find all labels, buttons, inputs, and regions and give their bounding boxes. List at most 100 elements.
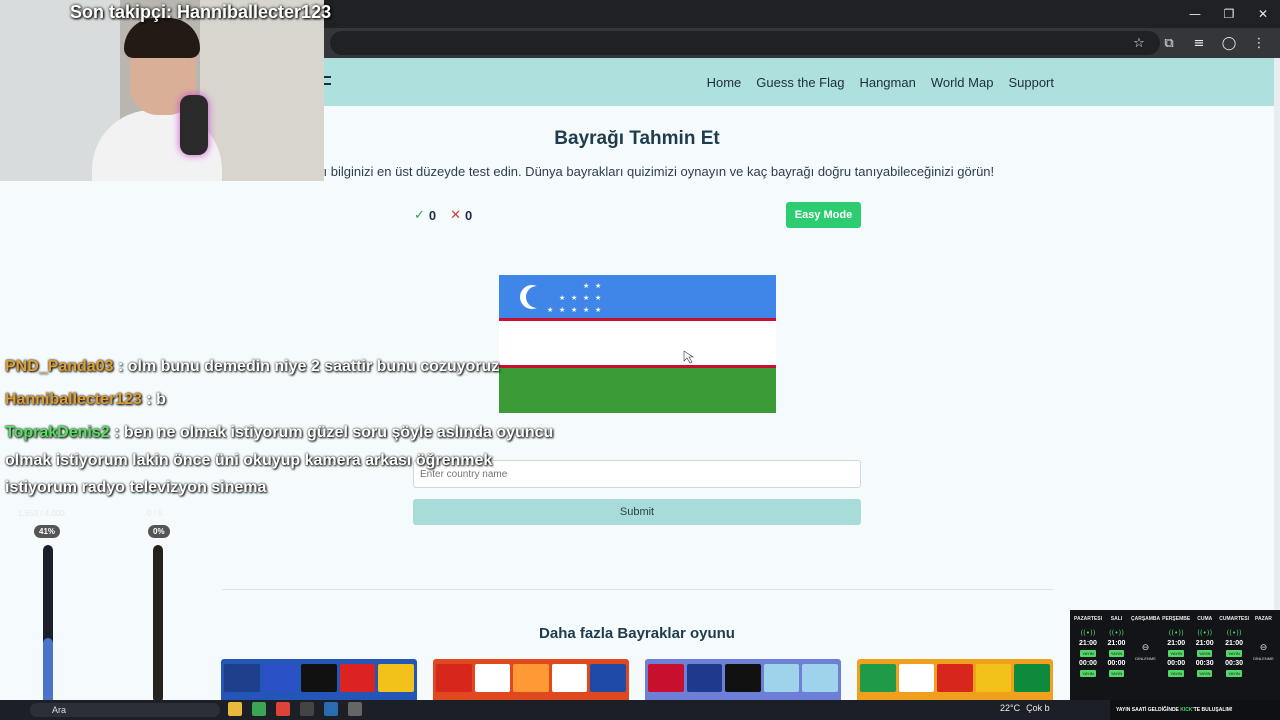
game-card-asia[interactable] [433, 659, 629, 704]
goal-progress-bar [153, 545, 163, 703]
chat-separator: : [109, 424, 124, 441]
schedule-end-time: 00:00 [1107, 660, 1126, 667]
goal-percent-badge: 41% [34, 525, 61, 538]
schedule-day-name: CUMARTESI [1219, 616, 1249, 622]
quiz-flag-image: ★ ★ ★ ★ ★ ★ ★ ★ ★ ★ ★ [499, 275, 776, 413]
svg-text:★: ★ [559, 306, 565, 314]
ticker-text: YAYIN SAATİ GELDİĞİNDE [1116, 707, 1181, 713]
schedule-day-name: SALI [1110, 616, 1123, 622]
game-card-europe[interactable] [221, 659, 417, 704]
svg-text:★: ★ [559, 294, 565, 302]
schedule-day: SALI ((•)) 21:00 YAYIN 00:00 YAYIN [1104, 616, 1129, 694]
game-card-africa[interactable] [857, 659, 1053, 704]
obs-icon[interactable] [348, 702, 362, 716]
checkmark-icon: ✓ [414, 208, 425, 223]
nav-guess-the-flag[interactable]: Guess the Flag [756, 75, 844, 90]
svg-text:★: ★ [571, 294, 577, 302]
schedule-start-time: 21:00 [1167, 640, 1186, 647]
schedule-tag: YAYIN [1226, 650, 1242, 657]
live-signal-icon: ((•)) [1080, 629, 1096, 637]
app-icon[interactable] [300, 702, 314, 716]
close-icon[interactable]: ✕ [1246, 0, 1280, 28]
goal-progress-fill [43, 638, 53, 703]
schedule-day: ÇARŞAMBA ⊖ DİNLENME [1131, 616, 1160, 694]
weather-desc: Çok b [1026, 703, 1050, 713]
chat-separator: : [113, 358, 128, 375]
svg-text:★: ★ [571, 306, 577, 314]
submit-button[interactable]: Submit [413, 499, 861, 525]
streamer-hair [124, 18, 200, 58]
page-subtitle: arı bilginizi en üst düzeyde test edin. … [312, 164, 995, 179]
chat-message: PND_Panda03 : olm bunu demedin niye 2 sa… [5, 358, 499, 376]
weather-widget[interactable]: 22°C Çok b [1000, 703, 1050, 713]
minimize-icon[interactable]: — [1178, 0, 1212, 28]
chat-text: b [156, 391, 166, 408]
schedule-end-time: 00:00 [1167, 660, 1186, 667]
bookmark-star-icon[interactable]: ☆ [1126, 28, 1152, 58]
chrome-icon[interactable] [276, 702, 290, 716]
schedule-tag: YAYIN [1168, 670, 1184, 677]
ticker-brand: KICK [1180, 707, 1193, 713]
svg-text:★: ★ [547, 306, 553, 314]
svg-text:★: ★ [595, 294, 601, 302]
extensions-icon[interactable]: ⧉ [1156, 28, 1182, 58]
svg-text:★: ★ [583, 282, 589, 290]
nav-support[interactable]: Support [1008, 75, 1054, 90]
game-card-oceania[interactable] [645, 659, 841, 704]
nav-hangman[interactable]: Hangman [859, 75, 915, 90]
ticker-text-end: 'TE BULUŞALIM! [1192, 707, 1233, 713]
svg-text:★: ★ [595, 282, 601, 290]
cross-icon: ✕ [450, 208, 462, 223]
section-divider [222, 589, 1053, 590]
schedule-tag: YAYIN [1108, 650, 1125, 657]
schedule-end-time: 00:30 [1225, 660, 1244, 667]
taskbar-search[interactable]: Ara [30, 703, 220, 717]
schedule-start-time: 21:00 [1195, 640, 1214, 647]
webcam-overlay [0, 0, 324, 181]
store-icon[interactable] [252, 702, 266, 716]
svg-text:★: ★ [595, 306, 601, 314]
weather-temp: 22°C [1000, 703, 1021, 713]
live-signal-icon: ((•)) [1226, 629, 1242, 637]
svg-text:★: ★ [583, 306, 589, 314]
menu-kebab-icon[interactable]: ⋮ [1246, 28, 1272, 58]
window-controls: — ❐ ✕ [1178, 0, 1280, 28]
schedule-day-name: PAZAR [1255, 616, 1272, 622]
rest-day-label: DİNLENME [1253, 656, 1274, 661]
last-follower-text: Son takipçi: Hanniballecter123 [70, 2, 332, 22]
address-bar[interactable] [330, 31, 1160, 55]
chat-text: olm bunu demedin niye 2 saattir bunu coz… [127, 358, 500, 375]
schedule-day: PAZAR ⊖ DİNLENME [1251, 616, 1276, 694]
schedule-tag: YAYIN [1197, 670, 1213, 677]
live-signal-icon: ((•)) [1108, 629, 1124, 637]
file-explorer-icon[interactable] [228, 702, 242, 716]
goal-percent-badge: 0% [148, 525, 170, 538]
schedule-day: CUMARTESI ((•)) 21:00 YAYIN 00:30 YAYIN [1219, 616, 1249, 694]
restore-icon[interactable]: ❐ [1212, 0, 1246, 28]
schedule-start-time: 21:00 [1225, 640, 1244, 647]
toolbar-icons: ☆ ⧉ ≡ ◯ ⋮ [1126, 28, 1272, 58]
chat-separator: : [141, 391, 157, 408]
nav-home[interactable]: Home [707, 75, 742, 90]
chat-username: ToprakDenis2 [5, 424, 110, 441]
correct-count: 0 [428, 208, 437, 223]
steam-icon[interactable] [324, 702, 338, 716]
score-display: ✓ 0 ✕ 0 [414, 208, 472, 223]
chat-message: Hanniballecter123 : b [5, 391, 166, 409]
schedule-day-name: PERŞEMBE [1162, 616, 1191, 622]
schedule-tag: YAYIN [1080, 670, 1096, 677]
easy-mode-button[interactable]: Easy Mode [786, 202, 861, 228]
chat-text-continued: istiyorum radyo televizyon sinema [5, 479, 267, 496]
media-control-icon[interactable]: ≡ [1186, 28, 1212, 58]
os-taskbar: Ara 22°C Çok b [0, 700, 1280, 720]
stream-ticker: YAYIN SAATİ GELDİĞİNDE KICK'TE BULUŞALIM… [1110, 700, 1280, 720]
chat-username: Hanniballecter123 [5, 391, 142, 408]
schedule-day: PERŞEMBE ((•)) 21:00 YAYIN 00:00 YAYIN [1162, 616, 1190, 694]
rest-day-icon: ⊖ [1259, 643, 1268, 653]
schedule-tag: YAYIN [1168, 650, 1184, 657]
wrong-count: 0 [465, 208, 473, 223]
profile-icon[interactable]: ◯ [1216, 28, 1242, 58]
chat-message: ToprakDenis2 : ben ne olmak istiyorum gü… [5, 424, 553, 442]
nav-world-map[interactable]: World Map [931, 75, 994, 90]
goal-bar-label: 1.653 / 4.000 [18, 509, 65, 518]
